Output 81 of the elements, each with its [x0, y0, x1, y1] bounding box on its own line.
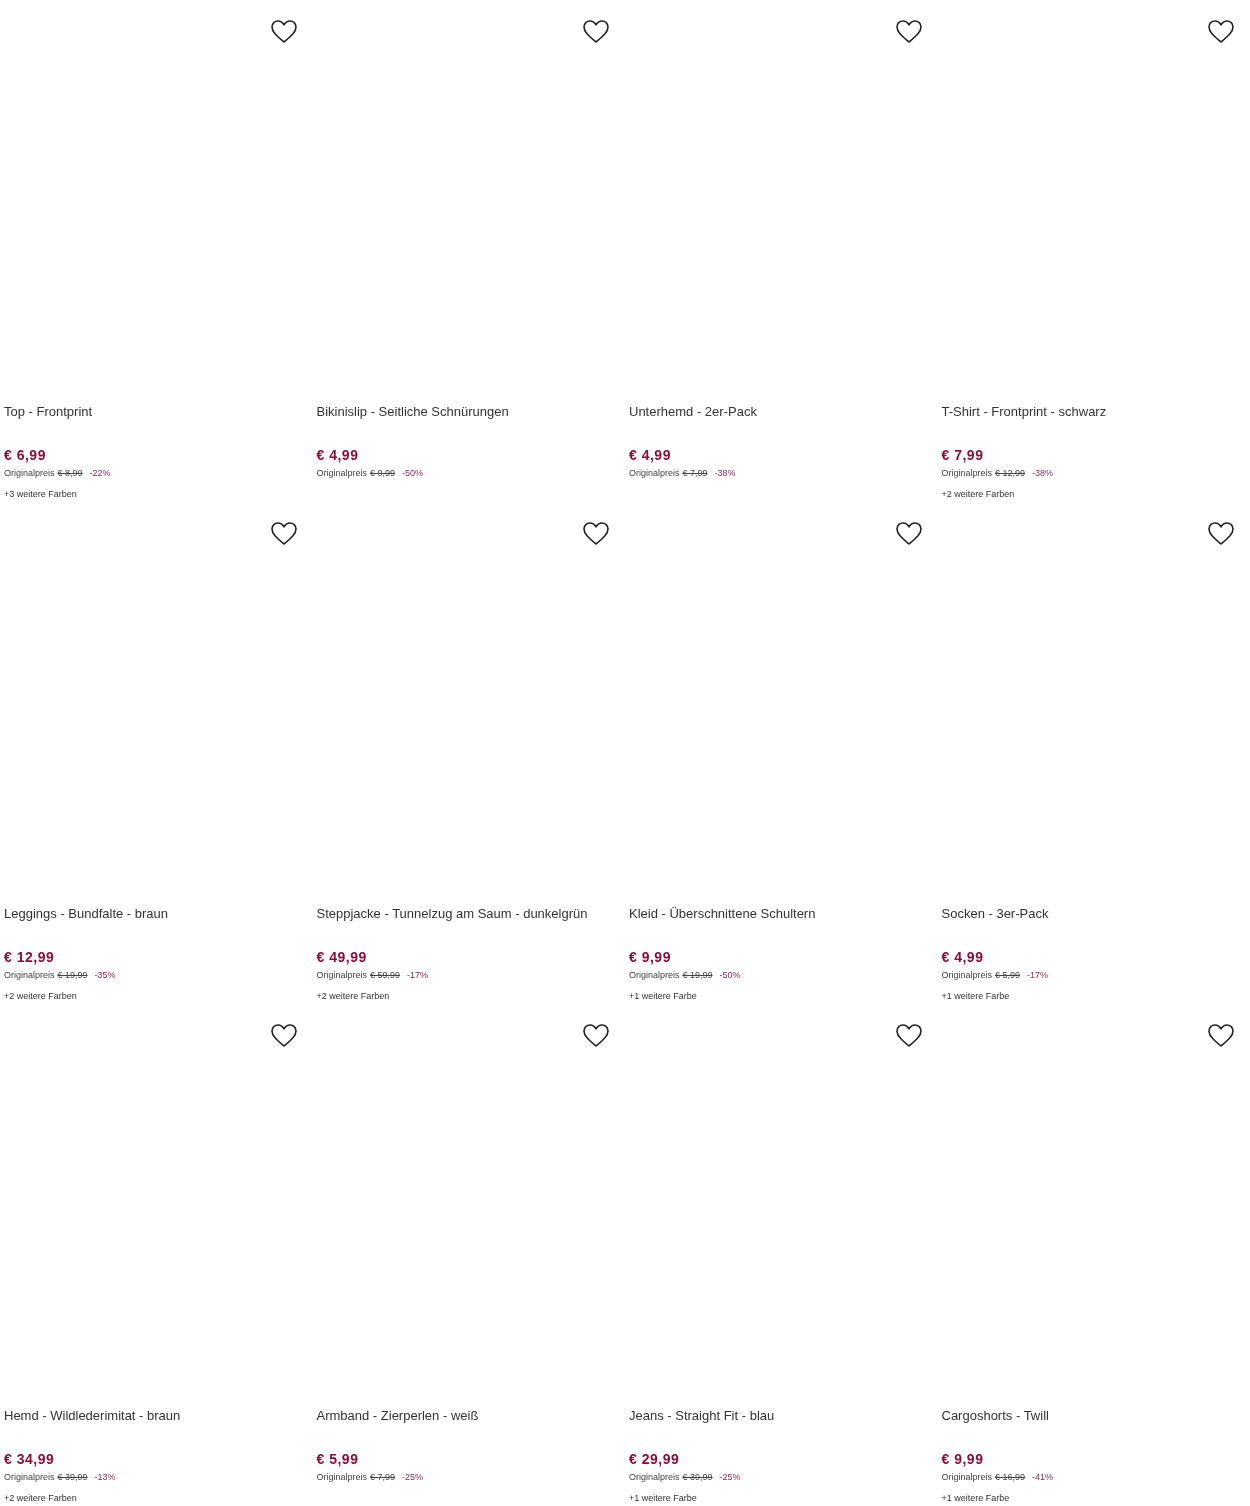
discount-percent: -41%: [1032, 1471, 1054, 1483]
product-title[interactable]: Unterhemd - 2er-Pack: [629, 403, 934, 421]
heart-icon[interactable]: [1208, 522, 1234, 546]
discount-percent: -25%: [402, 1471, 424, 1483]
discount-percent: -35%: [94, 969, 116, 981]
discount-percent: -22%: [89, 467, 111, 479]
sale-price: € 34,99: [4, 1450, 56, 1468]
sale-price: € 5,99: [316, 1450, 360, 1468]
more-colors-text: +2 weitere Farben: [4, 1492, 78, 1504]
heart-icon[interactable]: [270, 1024, 297, 1048]
product-title[interactable]: Jeans - Straight Fit - blau: [629, 1407, 934, 1425]
sale-price: € 29,99: [629, 1450, 681, 1468]
sale-price: € 49,99: [316, 948, 368, 966]
sale-price: € 9,99: [629, 948, 672, 966]
original-price: € 12,99: [995, 467, 1026, 479]
original-price-label: Originalpreis: [629, 1471, 680, 1483]
original-price: € 39,99: [682, 1471, 713, 1483]
original-price: € 59,99: [370, 969, 401, 981]
heart-icon[interactable]: [895, 1024, 922, 1048]
discount-percent: -38%: [714, 467, 736, 479]
original-price: € 16,99: [995, 1471, 1026, 1483]
original-price: € 8,99: [57, 467, 83, 479]
sale-price: € 6,99: [4, 446, 47, 464]
sale-price: € 12,99: [4, 948, 56, 966]
discount-percent: -25%: [719, 1471, 741, 1483]
original-price: € 19,99: [57, 969, 88, 981]
original-price: € 9,99: [370, 467, 396, 479]
original-price-label: Originalpreis: [941, 969, 993, 981]
original-price-label: Originalpreis: [941, 467, 993, 479]
heart-icon[interactable]: [895, 20, 922, 44]
discount-percent: -50%: [402, 467, 424, 479]
original-price: € 7,99: [370, 1471, 396, 1483]
original-price-label: Originalpreis: [629, 467, 680, 479]
original-price-label: Originalpreis: [316, 969, 368, 981]
heart-icon[interactable]: [583, 20, 609, 44]
more-colors-text: +1 weitere Farbe: [941, 990, 1011, 1002]
original-price: € 7,99: [682, 467, 708, 479]
product-title[interactable]: Top - Frontprint: [4, 403, 309, 421]
original-price: € 5,99: [995, 969, 1021, 981]
more-colors-text: +3 weitere Farben: [4, 488, 78, 500]
heart-icon[interactable]: [583, 522, 609, 546]
sale-price: € 7,99: [941, 446, 985, 464]
original-price-label: Originalpreis: [316, 467, 368, 479]
heart-icon[interactable]: [583, 1024, 609, 1048]
sale-price: € 4,99: [941, 948, 985, 966]
original-price-label: Originalpreis: [4, 1471, 55, 1483]
original-price-label: Originalpreis: [4, 969, 55, 981]
heart-icon[interactable]: [270, 20, 297, 44]
more-colors-text: +2 weitere Farben: [4, 990, 78, 1002]
sale-price: € 9,99: [941, 1450, 985, 1468]
product-title[interactable]: Steppjacke - Tunnelzug am Saum - dunkelgrün: [316, 905, 621, 923]
discount-percent: -50%: [719, 969, 741, 981]
product-title[interactable]: Leggings - Bundfalte - braun: [4, 905, 309, 923]
heart-icon[interactable]: [1208, 1024, 1234, 1048]
heart-icon[interactable]: [270, 522, 297, 546]
product-title[interactable]: Kleid - Überschnittene Schultern: [629, 905, 934, 923]
product-title[interactable]: Cargoshorts - Twill: [941, 1407, 1246, 1425]
sale-price: € 4,99: [316, 446, 360, 464]
sale-price: € 4,99: [629, 446, 672, 464]
discount-percent: -13%: [94, 1471, 116, 1483]
original-price: € 39,99: [57, 1471, 88, 1483]
product-title[interactable]: Socken - 3er-Pack: [941, 905, 1246, 923]
product-title[interactable]: Armband - Zierperlen - weiß: [316, 1407, 621, 1425]
original-price-label: Originalpreis: [629, 969, 680, 981]
heart-icon[interactable]: [895, 522, 922, 546]
original-price-label: Originalpreis: [4, 467, 55, 479]
product-title[interactable]: T-Shirt - Frontprint - schwarz: [941, 403, 1246, 421]
original-price-label: Originalpreis: [941, 1471, 993, 1483]
more-colors-text: +1 weitere Farbe: [629, 1492, 698, 1504]
more-colors-text: +1 weitere Farbe: [941, 1492, 1011, 1504]
discount-percent: -17%: [407, 969, 429, 981]
more-colors-text: +2 weitere Farben: [316, 990, 391, 1002]
discount-percent: -17%: [1027, 969, 1049, 981]
discount-percent: -38%: [1032, 467, 1054, 479]
more-colors-text: +1 weitere Farbe: [629, 990, 698, 1002]
product-title[interactable]: Hemd - Wildlederimitat - braun: [4, 1407, 309, 1425]
original-price: € 19,99: [682, 969, 713, 981]
product-title[interactable]: Bikinislip - Seitliche Schnürungen: [316, 403, 621, 421]
heart-icon[interactable]: [1208, 20, 1234, 44]
original-price-label: Originalpreis: [316, 1471, 368, 1483]
more-colors-text: +2 weitere Farben: [941, 488, 1016, 500]
